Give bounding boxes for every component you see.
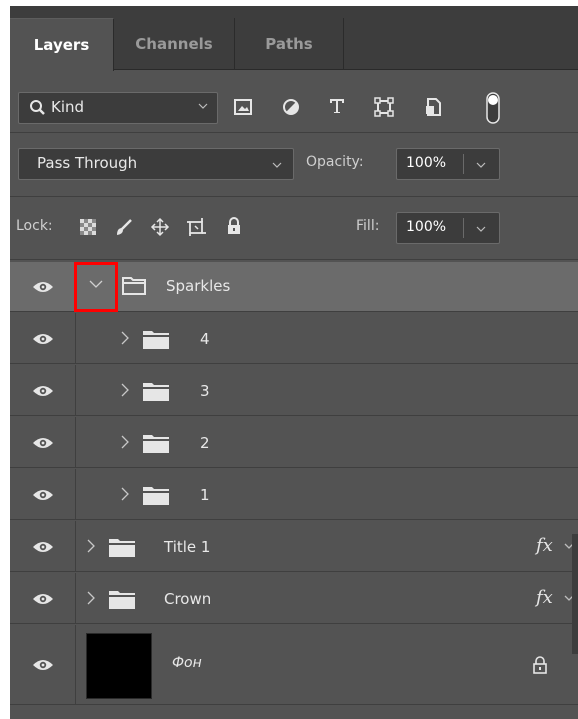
chevron-down-icon[interactable] xyxy=(475,221,487,239)
layers-panel: Layers Channels Paths Kind Pass Through … xyxy=(10,6,578,719)
expander-highlight-box xyxy=(74,262,118,312)
layer-thumbnail xyxy=(86,633,152,699)
lock-row: Lock: Fill: 100% xyxy=(10,208,578,248)
chevron-right-expander-icon[interactable] xyxy=(118,432,132,456)
chevron-right-expander-icon[interactable] xyxy=(84,536,98,560)
divider xyxy=(10,132,578,133)
layer-effects-fx-icon[interactable]: fx xyxy=(536,535,553,556)
opacity-value: 100% xyxy=(406,155,447,171)
chevron-down-icon xyxy=(197,100,209,115)
chevron-down-icon xyxy=(271,157,283,175)
eye-visibility-icon[interactable] xyxy=(32,332,54,346)
opacity-divider xyxy=(463,154,464,174)
smart-object-filter-icon[interactable] xyxy=(424,97,442,117)
folder-icon xyxy=(142,486,170,510)
lock-icon xyxy=(532,655,548,679)
folder-icon xyxy=(142,382,170,406)
layer-row-sparkles[interactable]: Sparkles xyxy=(10,262,578,312)
layer-row-background[interactable]: Фон xyxy=(10,625,578,705)
opacity-label: Opacity: xyxy=(306,154,364,170)
shape-filter-icon[interactable] xyxy=(374,97,394,117)
eye-visibility-icon[interactable] xyxy=(32,384,54,398)
layer-effects-fx-icon[interactable]: fx xyxy=(536,587,553,608)
layer-name: Crown xyxy=(164,590,212,608)
filter-kind-select[interactable]: Kind xyxy=(18,92,218,124)
eye-visibility-icon[interactable] xyxy=(32,280,54,294)
fill-field[interactable]: 100% xyxy=(396,212,500,244)
divider xyxy=(10,259,578,260)
fill-label: Fill: xyxy=(356,218,380,234)
panel-tab-bar: Layers Channels Paths xyxy=(10,6,578,71)
layer-row-4[interactable]: 4 xyxy=(10,313,578,364)
folder-icon xyxy=(108,538,136,562)
opacity-field[interactable]: 100% xyxy=(396,148,500,180)
lock-image-pixels-brush-icon[interactable] xyxy=(114,217,134,237)
filter-toggle-icon[interactable] xyxy=(486,92,500,124)
type-filter-icon[interactable] xyxy=(328,97,346,115)
chevron-down-icon[interactable] xyxy=(475,157,487,175)
eye-visibility-icon[interactable] xyxy=(32,540,54,554)
chevron-right-expander-icon[interactable] xyxy=(118,328,132,352)
blend-mode-select[interactable]: Pass Through xyxy=(18,148,294,180)
eye-visibility-icon[interactable] xyxy=(32,658,54,672)
chevron-right-expander-icon[interactable] xyxy=(84,588,98,612)
chevron-right-expander-icon[interactable] xyxy=(118,380,132,404)
layer-row-1[interactable]: 1 xyxy=(10,469,578,520)
eye-visibility-icon[interactable] xyxy=(32,436,54,450)
folder-icon xyxy=(142,330,170,354)
adjustment-filter-icon[interactable] xyxy=(282,98,300,116)
layer-name: Фон xyxy=(172,655,202,671)
tab-channels[interactable]: Channels xyxy=(114,18,235,70)
layer-name: 2 xyxy=(200,434,210,452)
layer-name: 1 xyxy=(200,486,210,504)
layer-name: Sparkles xyxy=(166,277,231,295)
layer-row-crown[interactable]: Crown fx xyxy=(10,573,578,624)
folder-icon xyxy=(108,590,136,614)
eye-visibility-icon[interactable] xyxy=(32,488,54,502)
blend-row: Pass Through Opacity: 100% xyxy=(10,144,578,184)
layer-name: 4 xyxy=(200,330,210,348)
folder-icon xyxy=(142,434,170,458)
scrollbar[interactable] xyxy=(572,534,578,654)
fill-value: 100% xyxy=(406,219,447,235)
chevron-right-expander-icon[interactable] xyxy=(118,484,132,508)
tab-paths[interactable]: Paths xyxy=(235,18,344,70)
tab-layers[interactable]: Layers xyxy=(10,18,114,71)
layer-row-title-1[interactable]: Title 1 fx xyxy=(10,521,578,572)
image-filter-icon[interactable] xyxy=(234,99,252,115)
layer-name: Title 1 xyxy=(164,538,211,556)
lock-transparent-pixels-icon[interactable] xyxy=(80,219,96,235)
layer-name: 3 xyxy=(200,382,210,400)
filter-row: Kind xyxy=(10,88,578,128)
layer-row-3[interactable]: 3 xyxy=(10,365,578,416)
lock-artboard-icon[interactable] xyxy=(186,217,208,237)
open-folder-icon xyxy=(122,276,146,300)
lock-label: Lock: xyxy=(16,218,53,234)
lock-all-icon[interactable] xyxy=(226,216,242,236)
layer-row-2[interactable]: 2 xyxy=(10,417,578,468)
lock-position-move-icon[interactable] xyxy=(150,217,170,237)
search-icon xyxy=(29,99,47,121)
fill-divider xyxy=(463,218,464,238)
eye-visibility-icon[interactable] xyxy=(32,592,54,606)
filter-kind-label: Kind xyxy=(51,98,85,116)
divider xyxy=(10,196,578,197)
blend-mode-value: Pass Through xyxy=(37,154,138,172)
